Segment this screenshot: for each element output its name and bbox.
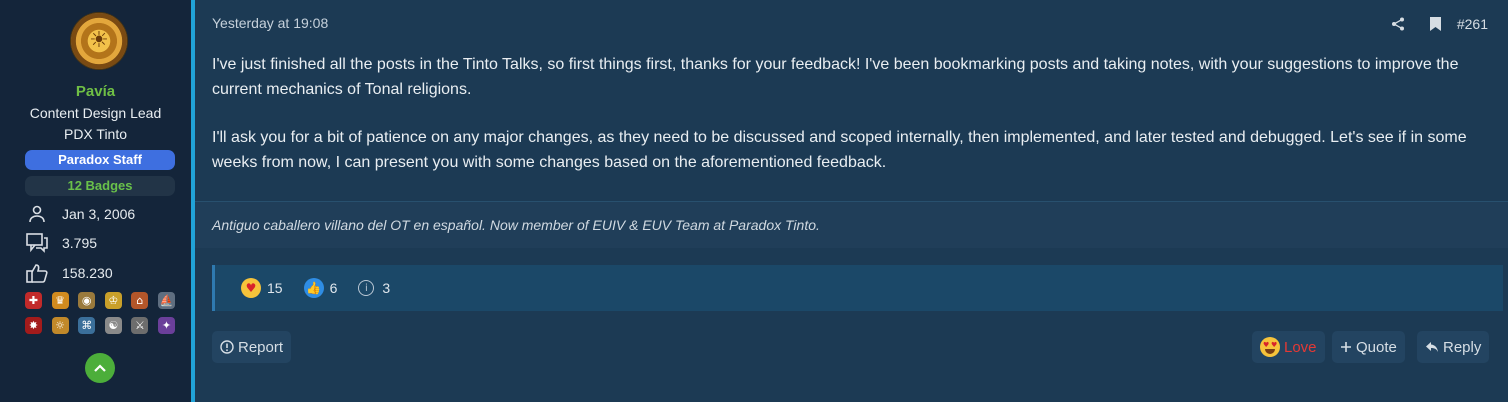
- report-label: Report: [238, 338, 284, 356]
- messages-stat: 3.795: [25, 232, 97, 254]
- love-label: Love: [1284, 338, 1317, 356]
- reaction-count: 6: [329, 280, 338, 296]
- alert-icon: [220, 340, 234, 354]
- thumbs-up-icon: [25, 262, 49, 284]
- quote-button[interactable]: Quote: [1332, 331, 1405, 363]
- love-emoji-icon: ♥ ♥: [1260, 337, 1280, 357]
- dragon-icon[interactable]: ✸: [25, 317, 42, 334]
- reaction-info[interactable]: i 3: [358, 280, 390, 296]
- person-icon: [25, 203, 49, 225]
- quote-label: Quote: [1356, 338, 1397, 356]
- info-icon: i: [358, 280, 375, 296]
- post-container: ☀ Pavía Content Design Lead PDX Tinto Pa…: [0, 0, 1508, 402]
- coin-seal-icon[interactable]: ◉: [78, 292, 96, 309]
- report-button[interactable]: Report: [212, 331, 292, 363]
- crusader-shield-icon[interactable]: ✚: [25, 292, 42, 309]
- post-main: Yesterday at 19:08 #261 I've just finish…: [195, 0, 1508, 402]
- temple-icon[interactable]: ⌘: [78, 317, 96, 334]
- crown-gold-icon[interactable]: ♛: [51, 292, 69, 309]
- username[interactable]: Pavía: [0, 83, 191, 100]
- reaction-love[interactable]: ♥ 15: [241, 278, 283, 298]
- like-icon: 👍: [303, 278, 324, 298]
- avatar[interactable]: ☀: [71, 13, 127, 69]
- plus-icon: [1340, 341, 1352, 353]
- trophy-row: ✚ ♛ ◉ ♔ ⌂ ⛵: [25, 292, 175, 309]
- message-count: 3.795: [62, 235, 98, 251]
- reaction-like[interactable]: 👍 6: [303, 278, 338, 298]
- trophy-row: ✸ ☼ ⌘ ☯ ⚔ ✦: [25, 317, 175, 334]
- love-button[interactable]: ♥ ♥ Love: [1252, 331, 1325, 363]
- sun-seal-icon[interactable]: ☼: [51, 317, 69, 334]
- post-paragraph: I've just finished all the posts in the …: [212, 56, 1459, 98]
- share-icon[interactable]: [1383, 14, 1413, 34]
- reply-button[interactable]: Reply: [1417, 331, 1490, 363]
- staff-badge: Paradox Staff: [25, 150, 175, 170]
- scroll-to-top-button[interactable]: [85, 353, 115, 383]
- joined-date: Jan 3, 2006: [62, 206, 136, 222]
- reaction-count: 15: [267, 280, 283, 296]
- post-body: I've just finished all the posts in the …: [212, 52, 1492, 198]
- user-title: Content Design Lead: [29, 105, 162, 121]
- messages-icon: [25, 232, 49, 254]
- crowns-icon[interactable]: ♔: [104, 292, 122, 309]
- joined-stat: Jan 3, 2006: [25, 203, 135, 225]
- reply-arrow-icon: [1425, 341, 1439, 353]
- ship-icon[interactable]: ⛵: [157, 292, 175, 309]
- love-emoji-icon: ♥: [241, 278, 261, 298]
- yin-yang-icon[interactable]: ☯: [104, 317, 122, 334]
- post-paragraph: I'll ask you for a bit of patience on an…: [212, 129, 1467, 171]
- castle-icon[interactable]: ⌂: [131, 292, 149, 309]
- dark-sigil-icon[interactable]: ✦: [157, 317, 175, 334]
- reactions-bar[interactable]: ♥ 15 👍 6 i 3: [212, 265, 1503, 311]
- reaction-count: 3: [382, 280, 391, 296]
- signature-text: Antiguo caballero villano del OT en espa…: [212, 217, 820, 233]
- badges-link[interactable]: 12 Badges: [25, 176, 175, 196]
- sword-icon[interactable]: ⚔: [131, 317, 149, 334]
- user-sidebar: ☀ Pavía Content Design Lead PDX Tinto Pa…: [0, 0, 191, 402]
- post-number[interactable]: #261: [1457, 16, 1488, 32]
- user-team: PDX Tinto: [63, 126, 128, 142]
- post-date[interactable]: Yesterday at 19:08: [212, 15, 328, 31]
- post-tools: #261: [1383, 14, 1488, 34]
- reaction-score-stat: 158.230: [25, 262, 113, 284]
- chevron-up-icon: [94, 364, 106, 372]
- reply-label: Reply: [1443, 338, 1482, 356]
- reaction-score: 158.230: [62, 265, 113, 281]
- sun-emblem-icon: ☀: [89, 28, 109, 53]
- signature: Antiguo caballero villano del OT en espa…: [195, 201, 1508, 248]
- bookmark-icon[interactable]: [1421, 14, 1451, 34]
